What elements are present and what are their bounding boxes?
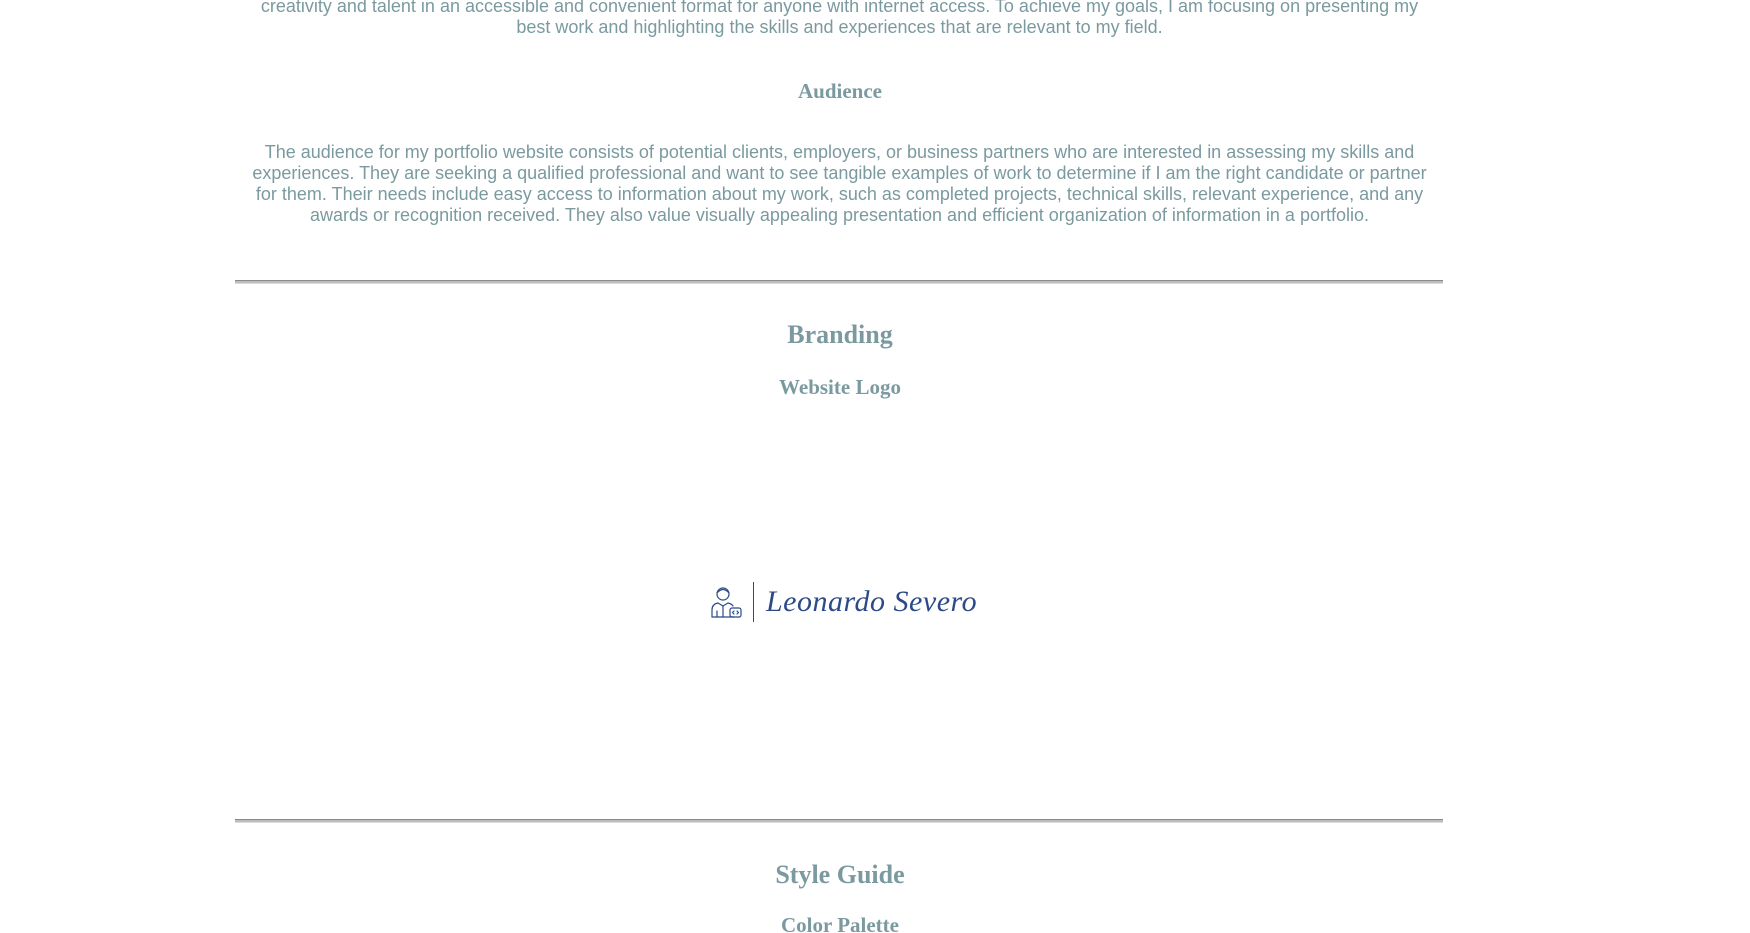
audience-heading: Audience: [798, 79, 882, 103]
color-palette-subheading: Color Palette: [781, 913, 899, 933]
branding-heading: Branding: [787, 320, 893, 349]
audience-paragraph: The audience for my portfolio website co…: [252, 142, 1427, 225]
website-logo: Leonardo Severo: [708, 580, 977, 624]
logo-separator: [753, 582, 754, 622]
developer-person-icon: [711, 587, 742, 618]
portfolio-page: creativity and talent in an accessible a…: [0, 0, 1750, 933]
section-divider: [235, 819, 1443, 823]
style-guide-heading: Style Guide: [775, 860, 905, 889]
logo-name: Leonardo Severo: [766, 585, 978, 618]
intro-text-line-2: best work and highlighting the skills an…: [516, 17, 1163, 37]
section-divider: [235, 280, 1443, 284]
website-logo-subheading: Website Logo: [779, 375, 901, 399]
intro-text-line-1: creativity and talent in an accessible a…: [260, 0, 1419, 16]
